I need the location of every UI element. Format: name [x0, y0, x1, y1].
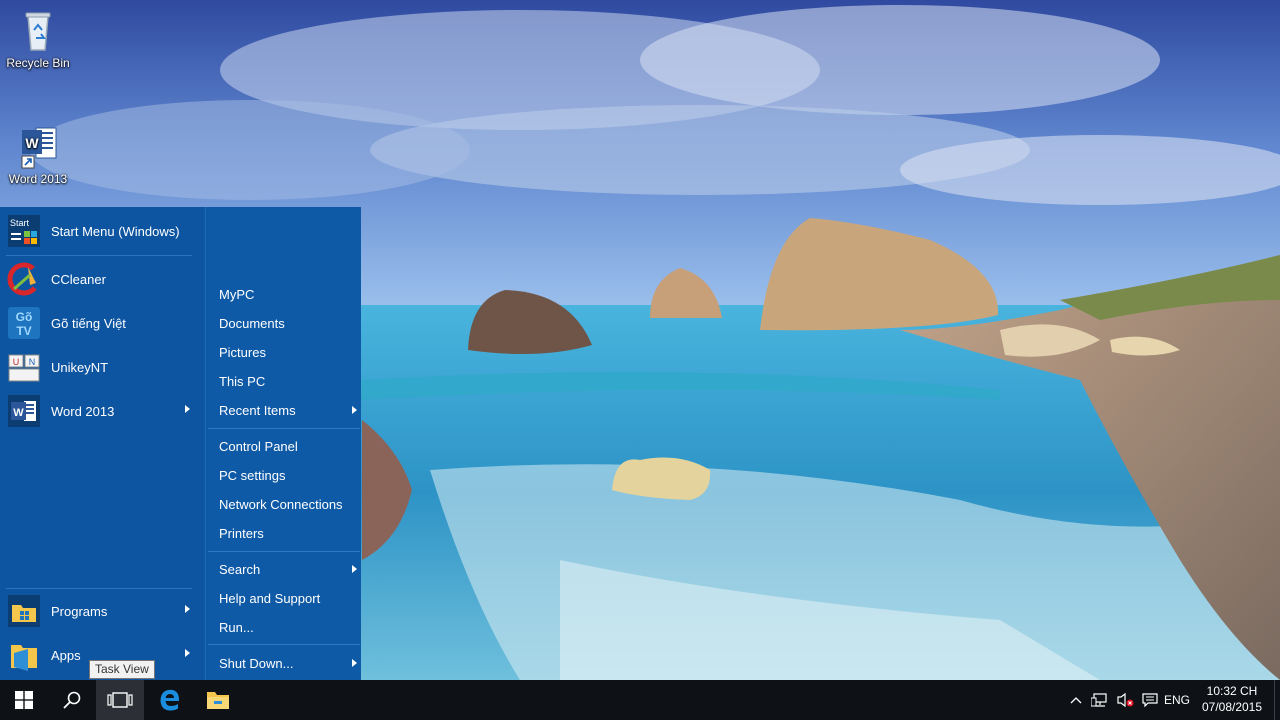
svg-text:TV: TV [16, 324, 31, 338]
svg-text:W: W [13, 407, 24, 419]
start-link-shut-down[interactable]: Shut Down... [219, 651, 359, 675]
divider [208, 644, 360, 645]
start-link-printers[interactable]: Printers [219, 521, 359, 545]
start-link-label: Documents [219, 315, 285, 331]
start-link-label: Printers [219, 525, 264, 541]
action-center-button[interactable] [1138, 680, 1162, 720]
start-link-pictures[interactable]: Pictures [219, 340, 359, 364]
start-link-label: Control Panel [219, 438, 298, 454]
divider [6, 255, 192, 256]
task-view-icon [107, 692, 133, 708]
start-button[interactable] [0, 680, 48, 720]
start-app-label: Start Menu (Windows) [51, 223, 180, 239]
svg-text:U: U [13, 357, 20, 367]
start-link-run[interactable]: Run... [219, 615, 359, 639]
start-link-documents[interactable]: Documents [219, 311, 359, 335]
start-menu-pinned-apps: Start Start Menu (Windows) CCleaner Gõ T… [0, 207, 204, 680]
start-link-label: Pictures [219, 344, 266, 360]
start-programs[interactable]: Programs [0, 591, 200, 631]
start-link-label: Shut Down... [219, 655, 294, 671]
divider [6, 588, 192, 589]
task-view-tooltip: Task View [89, 660, 155, 679]
network-icon [1091, 693, 1107, 707]
clock-time: 10:32 CH [1206, 684, 1258, 698]
desktop-icon-label: Word 2013 [8, 172, 68, 186]
chevron-up-icon [1070, 697, 1082, 704]
start-app-word-2013[interactable]: W Word 2013 [0, 391, 200, 431]
folder-icon [207, 692, 229, 709]
start-link-label: This PC [219, 373, 266, 389]
clock[interactable]: 10:32 CH 07/08/2015 [1196, 683, 1268, 715]
submenu-arrow-icon [352, 406, 357, 414]
edge-button[interactable] [146, 680, 194, 720]
start-link-control-panel[interactable]: Control Panel [219, 434, 359, 458]
show-desktop-button[interactable] [1274, 680, 1280, 720]
start-app-start-menu-windows[interactable]: Start Start Menu (Windows) [0, 211, 200, 251]
start-link-help-and-support[interactable]: Help and Support [219, 586, 359, 610]
search-button[interactable] [48, 680, 96, 720]
desktop-icon-label: Recycle Bin [6, 56, 70, 70]
divider [208, 428, 360, 429]
submenu-arrow-icon [185, 649, 190, 657]
network-button[interactable] [1088, 680, 1112, 720]
start-menu-places: MyPC Documents Pictures This PC Recent I… [205, 207, 361, 680]
start-app-unikeynt[interactable]: U N UnikeyNT [0, 347, 200, 387]
taskbar: ENG 10:32 CH 07/08/2015 [0, 680, 1280, 720]
svg-text:W: W [25, 135, 39, 151]
programs-folder-icon [6, 593, 42, 629]
start-link-recent-items[interactable]: Recent Items [219, 398, 359, 422]
start-link-label: Network Connections [219, 496, 343, 512]
desktop-icon-word-2013[interactable]: W Word 2013 [0, 122, 76, 186]
svg-text:Start: Start [10, 218, 30, 228]
start-bottom-label: Programs [51, 603, 108, 619]
clock-date: 07/08/2015 [1201, 700, 1263, 714]
windows-logo-icon [15, 691, 33, 709]
start-link-label: Recent Items [219, 402, 296, 418]
divider [208, 551, 360, 552]
start-app-ccleaner[interactable]: CCleaner [0, 259, 200, 299]
start-menu: Start Start Menu (Windows) CCleaner Gõ T… [0, 207, 361, 680]
start-app-label: CCleaner [51, 271, 106, 287]
start-link-network-connections[interactable]: Network Connections [219, 492, 359, 516]
speaker-muted-icon [1117, 692, 1134, 708]
start-app-label: Gõ tiếng Việt [51, 315, 126, 331]
apps-icon [6, 637, 42, 673]
start-link-search[interactable]: Search [219, 557, 359, 581]
start-bottom-label: Apps [51, 647, 81, 663]
edge-icon [160, 689, 180, 711]
start-app-label: Word 2013 [51, 403, 115, 419]
desktop-icon-recycle-bin[interactable]: Recycle Bin [0, 6, 76, 70]
word-icon: W [6, 393, 42, 429]
start-menu-app-icon: Start [6, 213, 42, 249]
volume-button[interactable] [1113, 680, 1137, 720]
file-explorer-button[interactable] [194, 680, 242, 720]
start-app-go-tieng-viet[interactable]: Gõ TV Gõ tiếng Việt [0, 303, 200, 343]
submenu-arrow-icon [185, 605, 190, 613]
start-link-label: PC settings [219, 467, 286, 483]
recycle-bin-icon [14, 6, 62, 54]
start-link-label: Run... [219, 619, 254, 635]
show-hidden-icons-button[interactable] [1066, 680, 1086, 720]
search-icon [63, 691, 81, 709]
submenu-arrow-icon [352, 659, 357, 667]
start-link-mypc[interactable]: MyPC [219, 282, 359, 306]
task-view-button[interactable] [96, 680, 144, 720]
start-link-this-pc[interactable]: This PC [219, 369, 359, 393]
unikey-icon: U N [6, 349, 42, 385]
action-center-icon [1142, 693, 1158, 707]
start-link-label: Search [219, 561, 261, 577]
start-app-label: UnikeyNT [51, 359, 109, 375]
submenu-arrow-icon [185, 405, 190, 413]
input-language[interactable]: ENG [1160, 680, 1194, 720]
word-icon: W [14, 122, 62, 170]
svg-text:N: N [29, 357, 36, 367]
start-link-label: Help and Support [219, 590, 321, 606]
ccleaner-icon [6, 261, 42, 297]
gotv-icon: Gõ TV [6, 305, 42, 341]
svg-text:Gõ: Gõ [16, 310, 33, 324]
start-link-pc-settings[interactable]: PC settings [219, 463, 359, 487]
start-link-label: MyPC [219, 286, 255, 302]
submenu-arrow-icon [352, 565, 357, 573]
